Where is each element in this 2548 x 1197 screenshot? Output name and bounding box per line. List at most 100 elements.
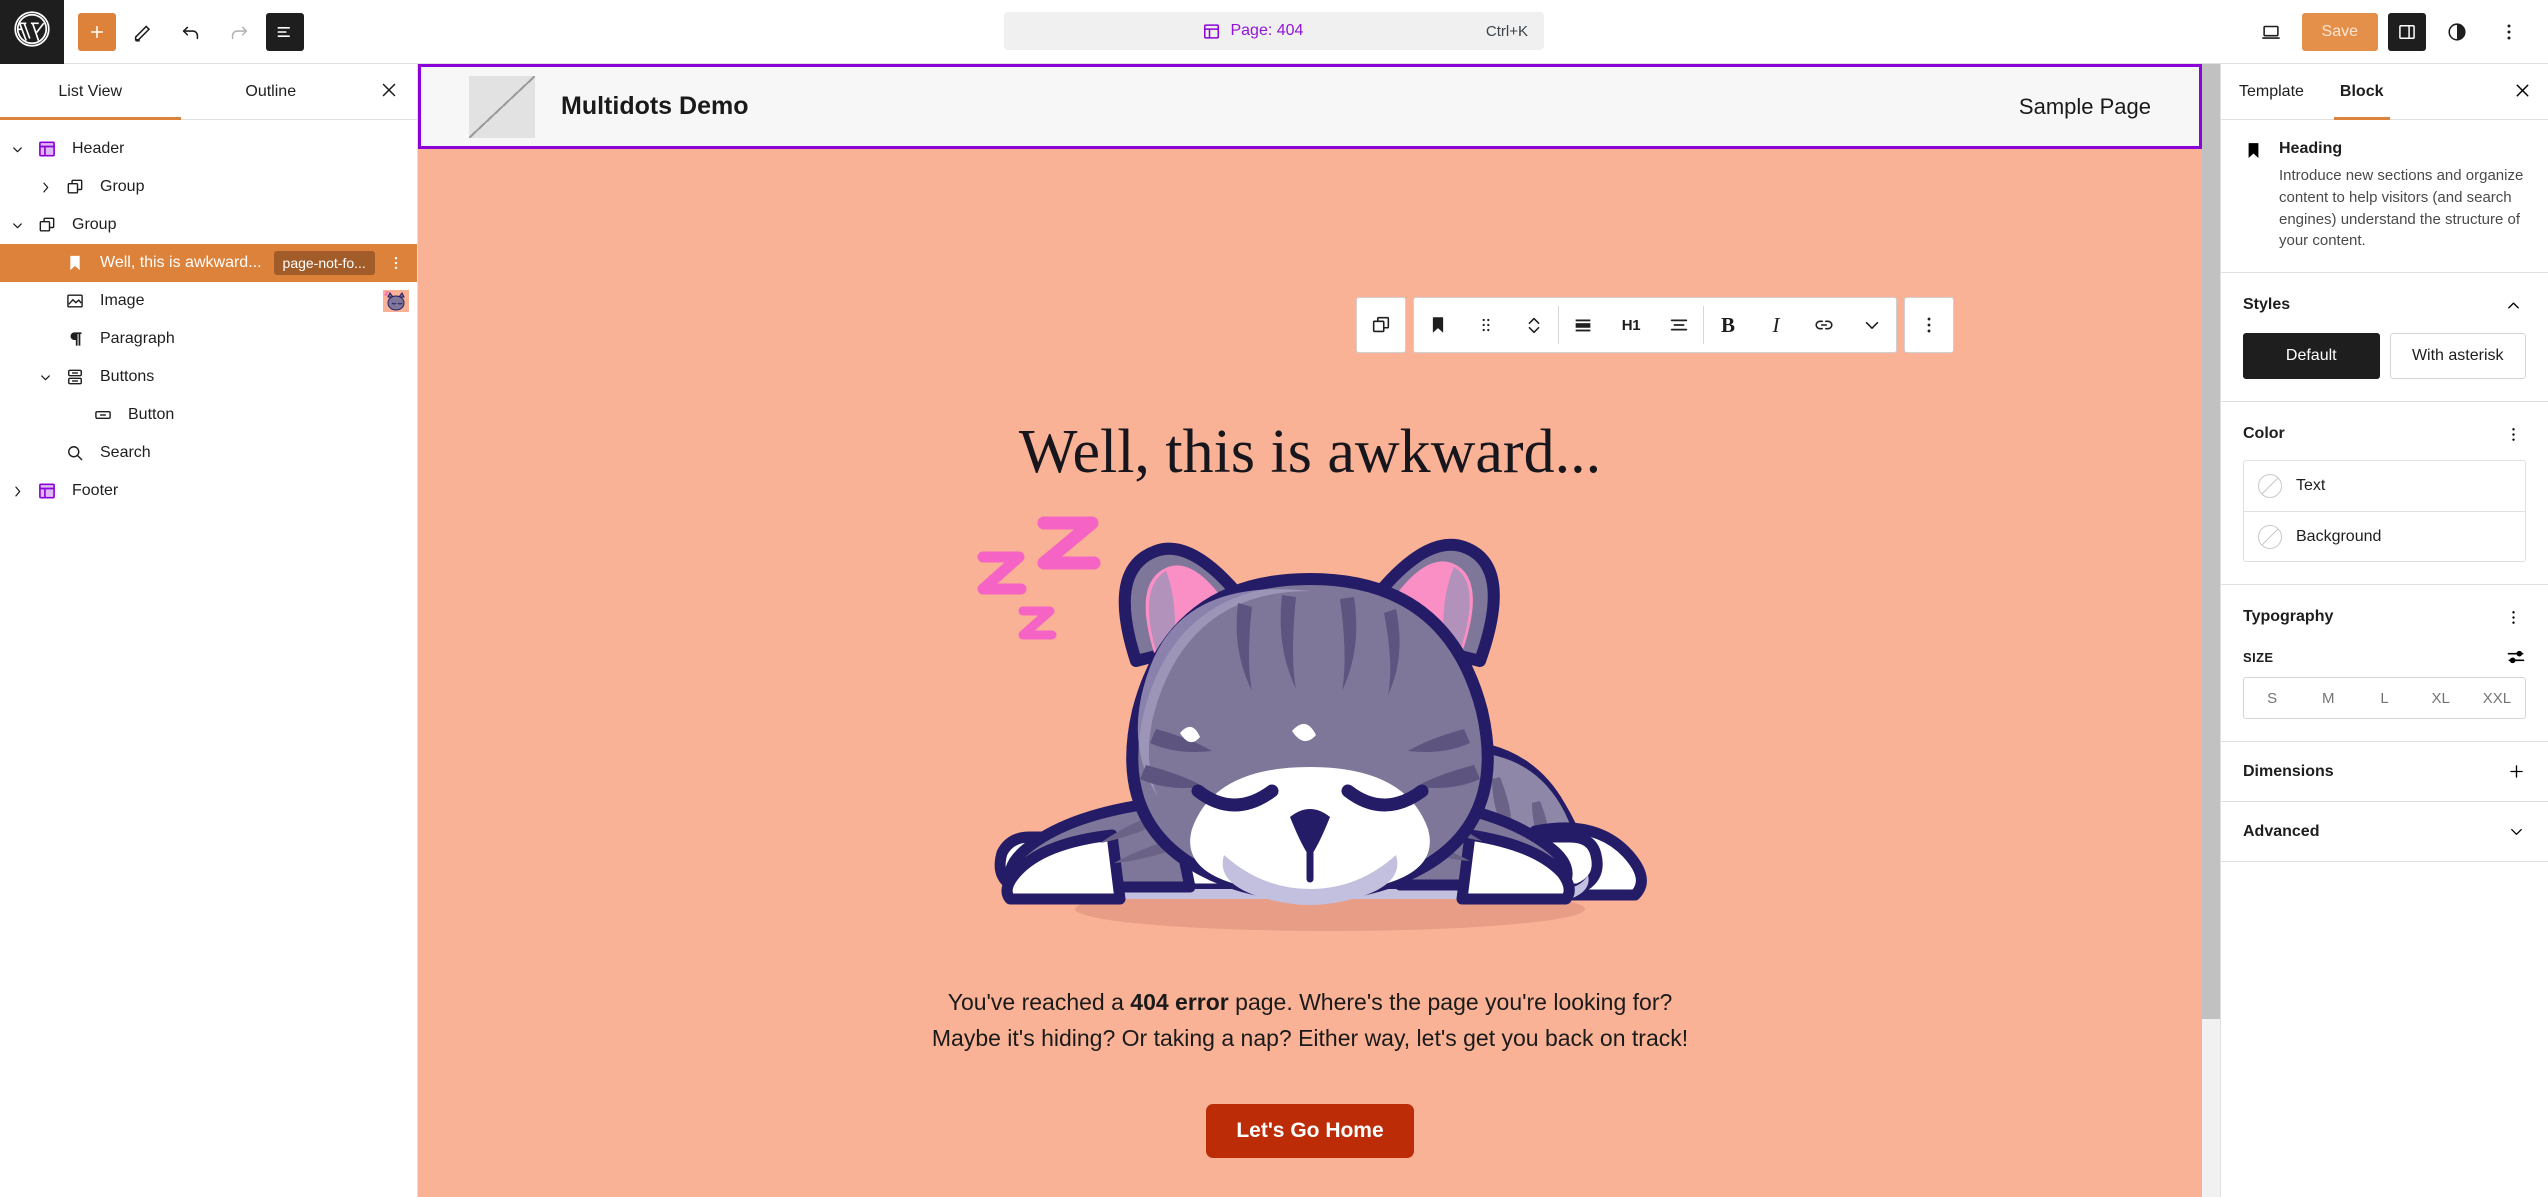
custom-size-toggle-icon[interactable] (2506, 647, 2526, 667)
paragraph-block[interactable]: You've reached a 404 error page. Where's… (418, 985, 2202, 1056)
list-view-row-label: Button (128, 406, 175, 423)
command-center-bar[interactable]: Page: 404 Ctrl+K (1004, 12, 1544, 50)
list-view-row-footer[interactable]: Footer (0, 472, 417, 510)
color-swatch-empty-icon (2258, 474, 2282, 498)
wordpress-logo-button[interactable] (0, 0, 64, 64)
list-view-row-group[interactable]: Group (0, 168, 417, 206)
move-up-down-button[interactable] (1510, 298, 1558, 352)
more-rich-text-button[interactable] (1848, 298, 1896, 352)
font-size-option-s[interactable]: S (2244, 678, 2300, 718)
command-center-label-group: Page: 404 (1020, 22, 1486, 41)
list-view-row-search[interactable]: Search (0, 434, 417, 472)
canvas-scrollbar[interactable] (2202, 64, 2220, 1197)
plus-icon[interactable] (2507, 762, 2526, 781)
bold-button[interactable]: B (1704, 298, 1752, 352)
styles-button[interactable] (2436, 11, 2478, 53)
font-size-option-xxl[interactable]: XXL (2469, 678, 2525, 718)
typography-options-button[interactable] (2500, 604, 2526, 630)
advanced-section[interactable]: Advanced (2221, 802, 2548, 862)
color-options-button[interactable] (2500, 421, 2526, 447)
buttons-icon (60, 367, 90, 387)
close-inspector-button[interactable] (2496, 64, 2548, 119)
select-parent-group-button[interactable] (1357, 298, 1405, 352)
list-view-row-button[interactable]: Button (0, 396, 417, 434)
chevron-down-icon[interactable] (2507, 822, 2526, 841)
color-option-text[interactable]: Text (2244, 461, 2525, 511)
settings-sidebar-button[interactable] (2388, 12, 2426, 51)
font-size-segmented-control[interactable]: S M L XL XXL (2243, 677, 2526, 719)
list-view-row-paragraph[interactable]: Paragraph (0, 320, 417, 358)
font-size-option-m[interactable]: M (2300, 678, 2356, 718)
list-view-row-label: Search (100, 444, 151, 461)
chevron-down-icon[interactable] (30, 370, 60, 385)
undo-button[interactable] (170, 11, 212, 53)
document-overview-button[interactable] (266, 12, 304, 51)
list-view-tabs: List View Outline (0, 64, 417, 120)
group-icon (60, 177, 90, 197)
editor-options-button[interactable] (2488, 11, 2530, 53)
list-view-row-group[interactable]: Group (0, 206, 417, 244)
close-list-view-button[interactable] (361, 64, 417, 119)
list-view-row-image[interactable]: Image (0, 282, 417, 320)
style-variant-with-asterisk[interactable]: With asterisk (2389, 333, 2526, 379)
text-align-button[interactable] (1655, 298, 1703, 352)
font-size-option-xl[interactable]: XL (2413, 678, 2469, 718)
drag-handle[interactable] (1462, 298, 1510, 352)
list-view-row-well-this-is-awkward[interactable]: Well, this is awkward... page-not-fo... (0, 244, 417, 282)
save-button[interactable]: Save (2301, 12, 2378, 51)
editor-canvas[interactable]: Multidots Demo Sample Page H1 B I Well, … (418, 64, 2202, 1197)
tab-block[interactable]: Block (2322, 64, 2402, 120)
site-title[interactable]: Multidots Demo (561, 92, 749, 121)
italic-button[interactable]: I (1752, 298, 1800, 352)
heading-level-button[interactable]: H1 (1607, 298, 1655, 352)
template-icon (1202, 22, 1221, 41)
lets-go-home-button[interactable]: Let's Go Home (1206, 1104, 1414, 1159)
link-button[interactable] (1800, 298, 1848, 352)
canvas-scrollbar-thumb[interactable] (2202, 64, 2220, 1019)
paragraph-line1-bold: 404 error (1130, 989, 1229, 1015)
redo-button[interactable] (218, 11, 260, 53)
list-view-icon (275, 22, 295, 42)
dimensions-section[interactable]: Dimensions (2221, 742, 2548, 802)
view-site-button[interactable] (2250, 11, 2292, 53)
styles-section-header[interactable]: Styles (2243, 289, 2526, 321)
paragraph-line1-before: You've reached a (947, 989, 1131, 1015)
chevron-right-icon[interactable] (30, 180, 60, 195)
block-toolbar-main-group: H1 B I (1413, 297, 1897, 353)
chevron-right-icon[interactable] (2, 484, 32, 499)
color-option-background[interactable]: Background (2244, 511, 2525, 561)
edit-tool-button[interactable] (122, 11, 164, 53)
add-block-button[interactable] (78, 12, 116, 51)
block-type-heading-button[interactable] (1414, 298, 1462, 352)
nav-item-sample-page[interactable]: Sample Page (2019, 94, 2151, 120)
list-view-row-badge: page-not-fo... (273, 251, 375, 275)
tab-outline[interactable]: Outline (181, 64, 362, 119)
list-view-row-header[interactable]: Header (0, 130, 417, 168)
undo-arrow-icon (180, 21, 202, 43)
font-size-option-l[interactable]: L (2356, 678, 2412, 718)
list-view-row-label: Paragraph (100, 330, 175, 347)
list-view-row-options-button[interactable] (383, 254, 409, 272)
link-icon (1813, 314, 1835, 336)
block-inspector-sidebar: Template Block Heading Introduce new sec… (2220, 64, 2548, 1197)
list-view-row-buttons[interactable]: Buttons (0, 358, 417, 396)
chevron-down-icon[interactable] (2, 218, 32, 233)
tab-template[interactable]: Template (2221, 64, 2322, 119)
tab-list-view[interactable]: List View (0, 64, 181, 120)
list-view-row-label: Group (72, 216, 117, 233)
typography-section-title: Typography (2243, 608, 2334, 625)
style-variant-default[interactable]: Default (2243, 333, 2380, 379)
color-section: Color Text Background (2221, 402, 2548, 585)
font-size-label-row: SIZE (2243, 647, 2526, 667)
wordpress-site-editor: Page: 404 Ctrl+K Save List View Outline … (0, 0, 2548, 1197)
align-button[interactable] (1559, 298, 1607, 352)
image-block[interactable] (418, 501, 2202, 941)
site-header-block[interactable]: Multidots Demo Sample Page (418, 64, 2202, 149)
block-toolbar: H1 B I (1356, 297, 1954, 353)
chevron-down-icon[interactable] (2, 142, 32, 157)
chevron-up-icon[interactable] (2500, 292, 2526, 318)
site-logo-placeholder-icon[interactable] (469, 75, 535, 138)
styles-section-title: Styles (2243, 296, 2291, 313)
block-options-button[interactable] (1905, 298, 1953, 352)
block-card: Heading Introduce new sections and organ… (2221, 120, 2548, 273)
